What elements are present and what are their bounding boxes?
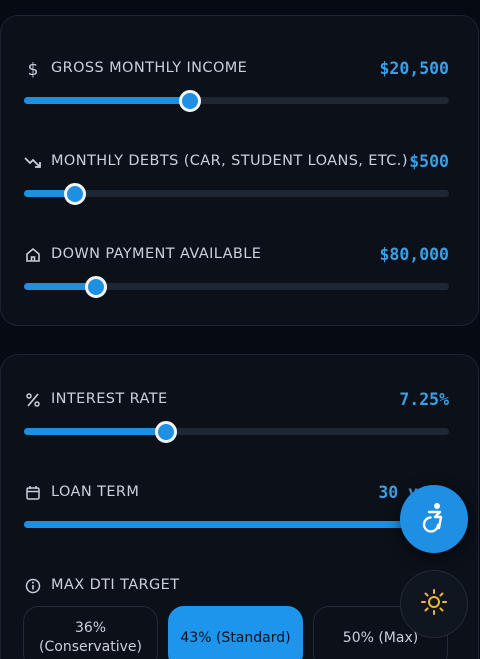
- interest-rate-slider[interactable]: [24, 421, 449, 443]
- info-icon: [23, 576, 43, 596]
- interest-rate-row: INTEREST RATE 7.25%: [1, 390, 480, 450]
- trending-down-icon: [23, 152, 43, 172]
- down-payment-value: $80,000: [379, 245, 449, 264]
- slider-fill: [24, 521, 449, 528]
- income-card: $ GROSS MONTHLY INCOME $20,500 MONTHLY D…: [0, 15, 479, 326]
- monthly-debts-label: MONTHLY DEBTS (CAR, STUDENT LOANS, ETC.): [51, 153, 408, 169]
- slider-thumb[interactable]: [155, 421, 178, 443]
- slider-thumb[interactable]: [178, 90, 201, 112]
- slider-thumb[interactable]: [85, 276, 108, 298]
- dollar-icon: $: [23, 59, 43, 79]
- down-payment-label: DOWN PAYMENT AVAILABLE: [51, 246, 262, 262]
- slider-track: [24, 190, 449, 197]
- gross-income-value: $20,500: [379, 59, 449, 78]
- interest-rate-value: 7.25%: [399, 390, 449, 409]
- dti-option-line1: 43% (Standard): [180, 629, 291, 646]
- percent-icon: [23, 390, 43, 410]
- slider-fill: [24, 97, 190, 104]
- down-payment-slider[interactable]: [24, 276, 449, 298]
- max-dti-label: MAX DTI TARGET: [51, 577, 180, 593]
- gross-income-label: GROSS MONTHLY INCOME: [51, 60, 248, 76]
- loan-term-label: LOAN TERM: [51, 484, 140, 500]
- svg-text:$: $: [28, 60, 39, 78]
- monthly-debts-row: MONTHLY DEBTS (CAR, STUDENT LOANS, ETC.)…: [1, 152, 480, 212]
- calendar-icon: [23, 483, 43, 503]
- dti-option-standard[interactable]: 43% (Standard): [168, 606, 303, 659]
- dti-option-line1: 50% (Max): [342, 629, 419, 646]
- dti-option-line1: 36%: [74, 620, 107, 636]
- gross-income-slider[interactable]: [24, 90, 449, 112]
- interest-rate-label: INTEREST RATE: [51, 391, 168, 407]
- gross-income-row: $ GROSS MONTHLY INCOME $20,500: [1, 59, 480, 119]
- slider-thumb[interactable]: [64, 183, 86, 205]
- accessibility-button[interactable]: [400, 485, 468, 553]
- monthly-debts-slider[interactable]: [24, 183, 449, 205]
- sun-icon: [420, 588, 448, 620]
- slider-fill: [24, 428, 167, 435]
- down-payment-row: DOWN PAYMENT AVAILABLE $80,000: [1, 245, 480, 305]
- home-icon: [23, 245, 43, 265]
- loan-term-slider[interactable]: [24, 514, 460, 536]
- dti-option-conservative[interactable]: 36% (Conservative): [23, 606, 158, 659]
- dti-option-line2: (Conservative): [39, 639, 142, 655]
- accessibility-icon: [418, 501, 450, 537]
- monthly-debts-value: $500: [409, 152, 449, 171]
- theme-toggle-button[interactable]: [400, 570, 468, 638]
